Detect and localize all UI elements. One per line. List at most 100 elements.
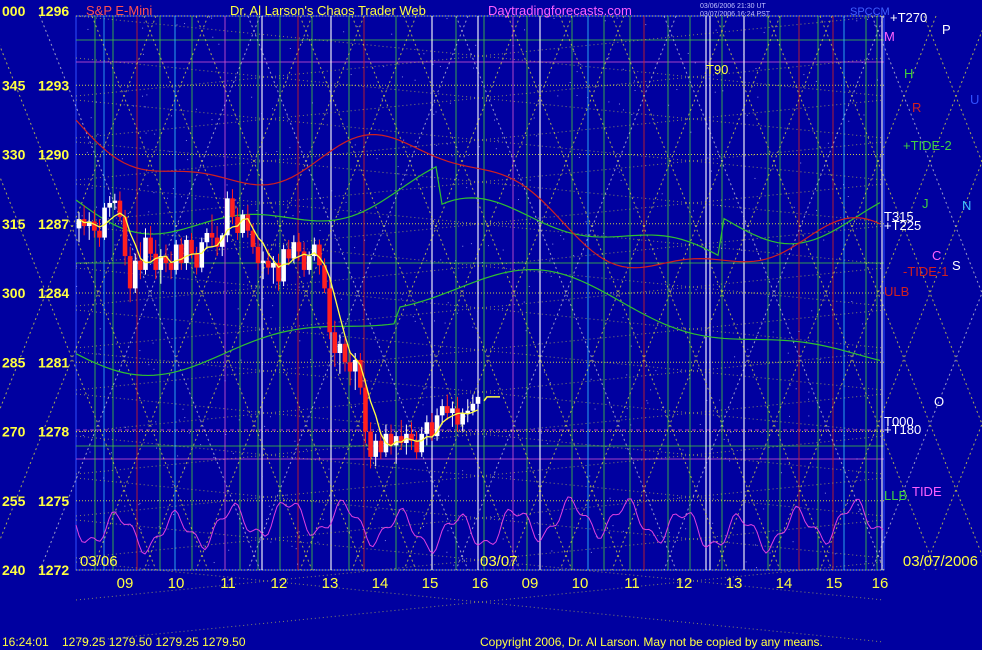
star-dot: [550, 275, 552, 277]
star-dot: [150, 290, 152, 292]
star-dot: [475, 44, 477, 46]
star-dot: [99, 348, 101, 350]
forecast-label: P: [942, 22, 951, 37]
star-dot: [578, 157, 580, 159]
star-dot: [518, 199, 520, 201]
star-dot: [266, 519, 268, 521]
candle-body: [107, 202, 112, 208]
star-dot: [200, 444, 202, 446]
forecast-label: R: [912, 100, 921, 115]
star-dot: [91, 187, 93, 189]
star-dot: [270, 541, 272, 543]
star-dot: [184, 417, 186, 419]
star-dot: [297, 563, 299, 565]
star-dot: [768, 295, 770, 297]
y-price-label: 1278: [38, 424, 69, 440]
candle-body: [230, 198, 235, 217]
candle-body: [296, 242, 302, 252]
star-dot: [525, 330, 527, 332]
candle-body: [138, 260, 143, 270]
star-dot: [650, 389, 652, 391]
star-dot: [403, 139, 405, 141]
candle-body: [194, 253, 199, 268]
candle-body: [271, 262, 276, 268]
star-dot: [679, 497, 681, 499]
star-dot: [626, 374, 628, 376]
star-dot: [645, 313, 647, 315]
star-dot: [343, 31, 345, 33]
star-dot: [462, 470, 464, 472]
candle-body: [184, 239, 189, 263]
star-dot: [147, 185, 149, 187]
star-dot: [622, 317, 624, 319]
candle-body: [455, 408, 460, 425]
star-dot: [625, 416, 627, 418]
star-dot: [747, 348, 749, 350]
candle-body: [475, 396, 481, 404]
star-dot: [176, 24, 178, 26]
star-dot: [76, 265, 78, 267]
star-dot: [630, 345, 632, 347]
star-dot: [710, 170, 712, 172]
star-dot: [328, 468, 330, 470]
star-dot: [502, 249, 504, 251]
timestamp-line-1: 03/06/2006 21:30 UT: [700, 3, 766, 10]
star-dot: [858, 510, 860, 512]
star-dot: [466, 187, 468, 189]
star-dot: [847, 196, 849, 198]
star-dot: [576, 71, 578, 73]
star-dot: [391, 33, 393, 35]
star-dot: [436, 144, 438, 146]
candle-body: [286, 249, 292, 259]
star-dot: [540, 432, 542, 434]
star-dot: [585, 221, 587, 223]
star-dot: [149, 263, 151, 265]
star-dot: [695, 289, 697, 291]
star-dot: [331, 190, 333, 192]
star-dot: [634, 90, 636, 92]
candle-body: [255, 246, 261, 263]
star-dot: [846, 502, 848, 504]
star-dot: [397, 166, 399, 168]
star-dot: [816, 209, 818, 211]
x-hour-label: 13: [322, 575, 339, 592]
star-dot: [291, 545, 293, 547]
candle-body: [127, 256, 133, 289]
star-dot: [381, 527, 383, 529]
star-dot: [124, 505, 126, 507]
star-dot: [148, 211, 150, 213]
star-dot: [776, 245, 778, 247]
star-dot: [477, 311, 479, 313]
star-dot: [259, 539, 261, 541]
star-dot: [423, 53, 425, 55]
candle-body: [337, 343, 343, 354]
star-dot: [430, 290, 432, 292]
star-dot: [789, 415, 791, 417]
star-dot: [667, 288, 669, 290]
star-dot: [271, 108, 273, 110]
star-dot: [741, 249, 743, 251]
star-dot: [455, 177, 457, 179]
star-dot: [719, 399, 721, 401]
star-dot: [590, 378, 592, 380]
star-dot: [472, 67, 474, 69]
star-dot: [414, 140, 416, 142]
star-dot: [743, 427, 745, 429]
star-dot: [169, 151, 171, 153]
candle-body: [97, 230, 102, 238]
star-dot: [269, 416, 271, 418]
star-dot: [145, 132, 147, 134]
star-dot: [357, 26, 359, 28]
star-dot: [538, 534, 540, 536]
star-dot: [834, 553, 836, 555]
star-dot: [484, 436, 486, 438]
star-dot: [515, 286, 517, 288]
candle-body: [250, 230, 256, 247]
star-dot: [524, 29, 526, 31]
star-dot: [462, 245, 464, 247]
star-dot: [682, 449, 684, 451]
star-dot: [538, 343, 540, 345]
star-dot: [481, 261, 483, 263]
star-dot: [618, 171, 620, 173]
star-dot: [502, 308, 504, 310]
